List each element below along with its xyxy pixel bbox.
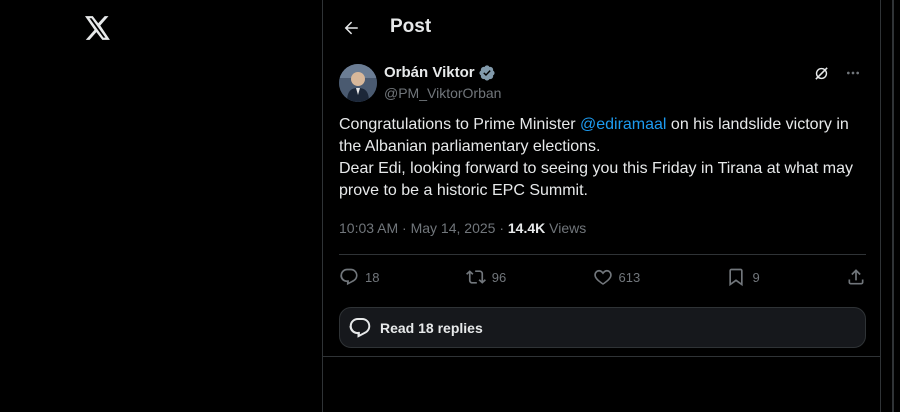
x-logo-icon[interactable] (84, 14, 112, 42)
author-handle[interactable]: @PM_ViktorOrban (384, 85, 501, 101)
bookmark-count: 9 (752, 269, 760, 285)
more-options-icon[interactable] (844, 64, 862, 82)
repost-button[interactable]: 96 (465, 267, 507, 287)
reply-icon (340, 268, 358, 286)
post-text-line1-end: on his landslide victory in (666, 116, 849, 133)
repost-icon (465, 270, 486, 284)
scrollbar[interactable] (881, 0, 900, 412)
post-meta: 10:03 AM · May 14, 2025 · 14.4K Views (339, 220, 586, 236)
share-button[interactable] (846, 267, 866, 287)
page-title: Post (390, 16, 432, 37)
post-text: Congratulations to Prime Minister @edira… (339, 114, 869, 202)
avatar[interactable] (339, 64, 377, 102)
arrow-left-icon (344, 21, 358, 35)
post-timestamp[interactable]: 10:03 AM · May 14, 2025 · (339, 220, 508, 236)
like-count: 613 (618, 269, 641, 285)
read-replies-button[interactable]: Read 18 replies (339, 307, 866, 348)
post-header: Post (323, 0, 880, 56)
left-rail (0, 0, 322, 412)
chat-bubble-icon (349, 317, 371, 338)
grok-icon[interactable] (812, 64, 830, 82)
post-actions-bar: 18 96 613 9 (339, 262, 866, 292)
post-column: Post Orbán Viktor @PM_ViktorOrban Congra… (322, 0, 881, 412)
bookmark-button[interactable]: 9 (726, 267, 760, 287)
post-top-actions (812, 64, 862, 82)
author-block: Orbán Viktor @PM_ViktorOrban (384, 64, 501, 101)
reply-count: 18 (365, 269, 380, 285)
post-text-line3: Dear Edi, looking forward to seeing you … (339, 160, 854, 177)
scrollbar-track[interactable] (892, 0, 894, 412)
bookmark-icon (729, 268, 744, 287)
divider (339, 254, 866, 255)
post-text-line4: prove to be a historic EPC Summit. (339, 182, 588, 199)
divider (323, 356, 880, 357)
author-name[interactable]: Orbán Viktor (384, 64, 475, 81)
views-label: Views (545, 220, 587, 236)
back-button[interactable] (337, 14, 365, 42)
read-replies-label: Read 18 replies (380, 319, 483, 336)
post-text-line2: the Albanian parliamentary elections. (339, 138, 601, 155)
repost-count: 96 (491, 269, 507, 285)
heart-icon (593, 269, 612, 285)
reply-button[interactable]: 18 (339, 267, 379, 287)
post-text-start: Congratulations to Prime Minister (339, 116, 580, 133)
like-button[interactable]: 613 (593, 267, 641, 287)
verified-badge-icon (479, 64, 495, 81)
views-count: 14.4K (507, 220, 546, 236)
share-icon (848, 269, 864, 285)
mention-link[interactable]: @ediramaal (580, 116, 667, 133)
